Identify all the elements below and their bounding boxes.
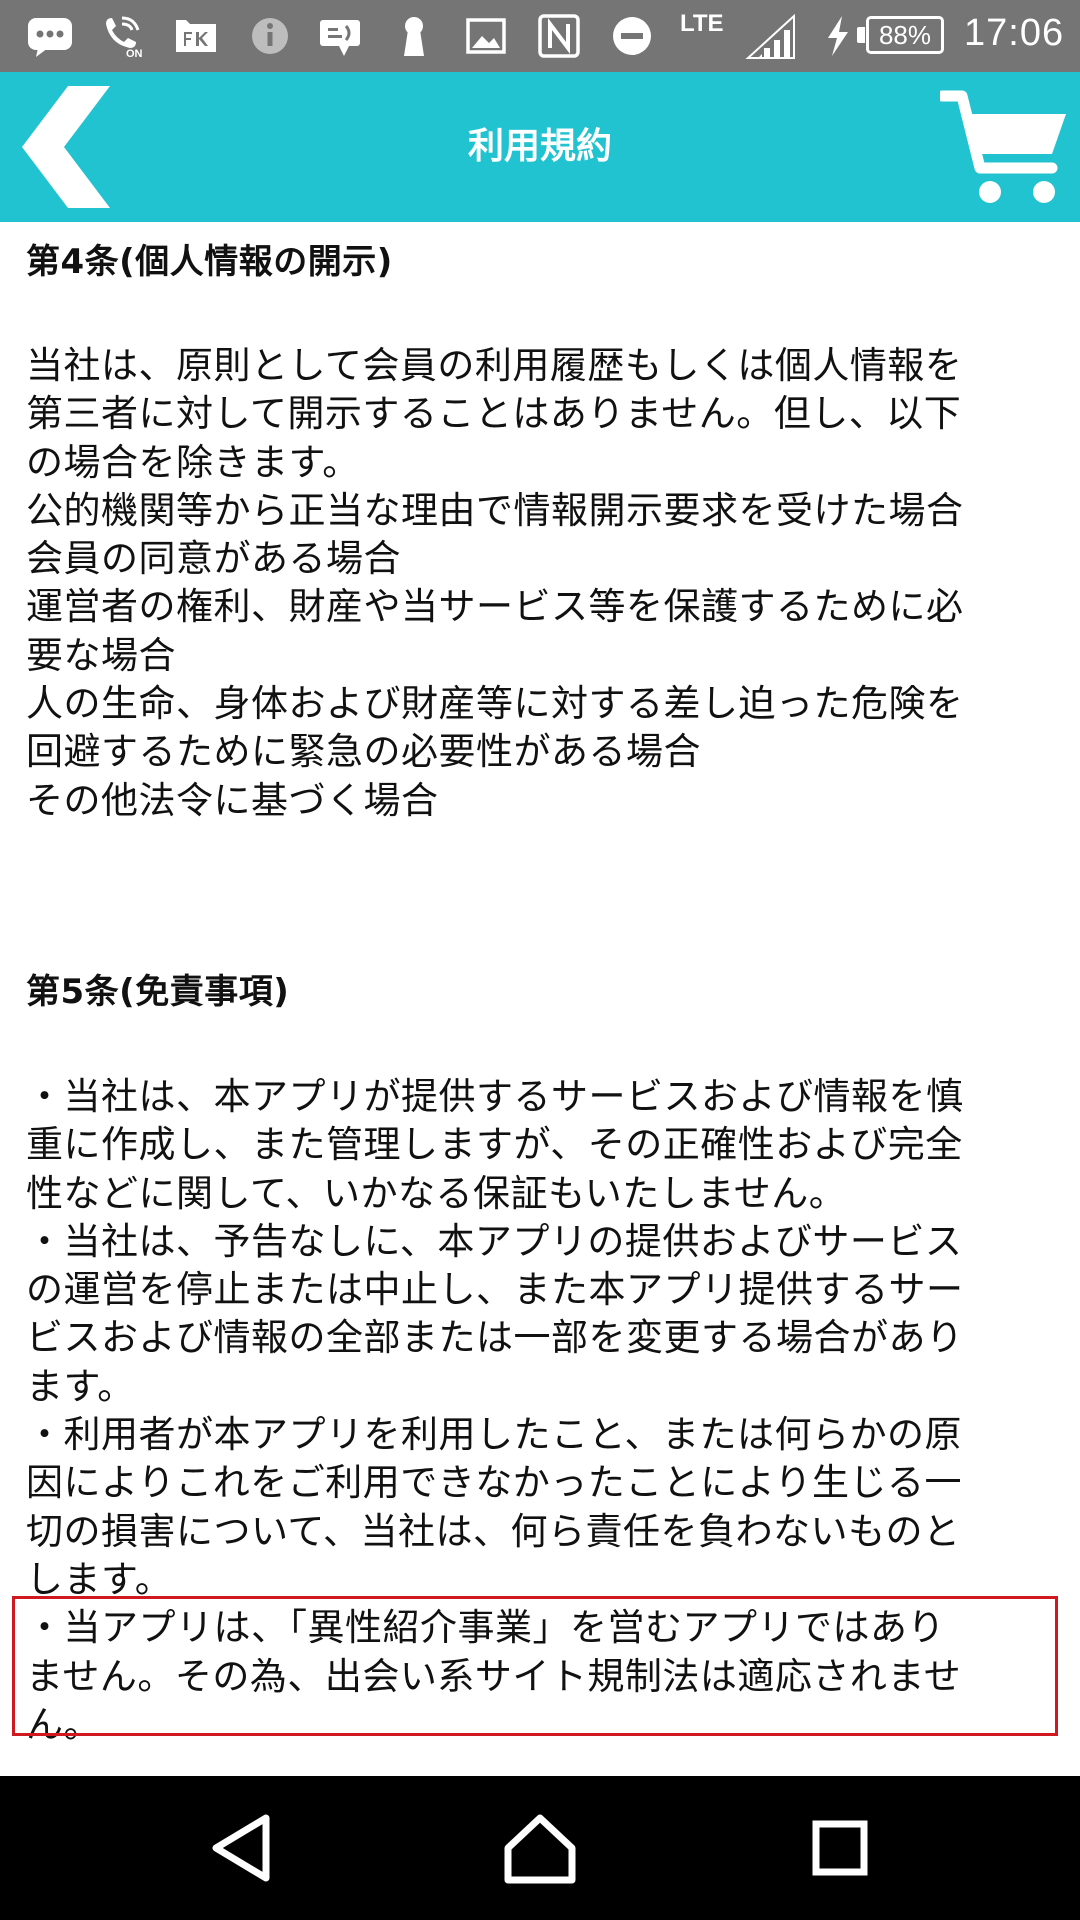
do-not-disturb-icon [608, 14, 656, 58]
navigation-bar [0, 1776, 1080, 1920]
keyhole-icon [392, 14, 440, 58]
section-heading: 第4条(個人情報の開示) [26, 242, 393, 282]
text-line: 回避するために緊急の必要性がある場合 [26, 730, 701, 774]
text-line: の運営を停止または中止し、また本アプリ提供するサー [26, 1268, 964, 1312]
status-bar: ON LTE 88% 17:06 [0, 0, 1080, 72]
battery-icon: 88% [866, 16, 944, 54]
section-body: 当社は、原則として会員の利用履歴もしくは個人情報を 第三者に対して開示することは… [26, 342, 1066, 825]
text-line: ・当社は、予告なしに、本アプリの提供およびサービス [26, 1219, 963, 1263]
text-line: 因によりこれをご利用できなかったことにより生じる一 [26, 1461, 963, 1505]
text-line: の場合を除きます。 [26, 440, 360, 484]
message-icon [26, 14, 74, 58]
battery-nub [857, 27, 865, 43]
text-line: ・当社は、本アプリが提供するサービスおよび情報を慎 [26, 1075, 964, 1118]
text-line: 性などに関して、いかなる保証もいたしません。 [26, 1171, 847, 1215]
signal-icon [744, 14, 800, 59]
section-body: ・当社は、本アプリが提供するサービスおよび情報を慎 重に作成し、また管理しますが… [26, 1073, 1066, 1749]
text-line: 第三者に対して開示することはありません。但し、以下 [26, 392, 962, 436]
page-title: 利用規約 [467, 126, 612, 167]
nfc-icon [536, 14, 584, 58]
feedback-icon [318, 14, 366, 58]
wifi-calling-icon: ON [100, 14, 148, 58]
text-line: 人の生命、身体および財産等に対する差し迫った危険を [26, 682, 964, 726]
nav-back-icon [212, 1814, 270, 1882]
text-line: ・利用者が本アプリを利用したこと、または何らかの原 [26, 1413, 963, 1457]
text-line: 重に作成し、また管理しますが、その正確性および完全 [26, 1123, 963, 1167]
text-line: 公的機関等から正当な理由で情報開示要求を受けた場合 [26, 488, 964, 532]
text-line: 運営者の権利、財産や当サービス等を保護するために必 [26, 585, 964, 629]
text-line: 切の損害について、当社は、何ら責任を負わないものと [26, 1509, 961, 1553]
charging-icon [822, 14, 854, 58]
text-line: ・当アプリは、「異性紹介事業」を営むアプリではあり [26, 1606, 945, 1650]
network-type-label: LTE [680, 10, 724, 37]
text-line: ません。その為、出会い系サイト規制法は適応されませ [26, 1654, 962, 1698]
text-line: ビスおよび情報の全部または一部を変更する場合があり [26, 1316, 964, 1360]
text-line: します。 [26, 1557, 173, 1601]
app-bar: 利用規約 [0, 72, 1080, 222]
text-line: 会員の同意がある場合 [26, 537, 401, 581]
image-icon [462, 14, 510, 58]
chevron-left-icon [22, 86, 110, 208]
text-line: 要な場合 [26, 633, 176, 677]
terms-content[interactable]: 第4条(個人情報の開示) 当社は、原則として会員の利用履歴もしくは個人情報を 第… [0, 222, 1080, 1776]
battery-percent: 88% [878, 20, 932, 50]
section-heading: 第5条(免責事項) [26, 972, 290, 1012]
clock: 17:06 [964, 12, 1065, 54]
text-line: その他法令に基づく場合 [26, 778, 439, 822]
nav-recents-button[interactable] [800, 1808, 880, 1888]
svg-text:ON: ON [126, 48, 143, 58]
text-line: 当社は、原則として会員の利用履歴もしくは個人情報を [26, 344, 963, 387]
screen: ON LTE 88% 17:06 利用規約 第4条(個人情報の開示) 当社は、原… [0, 0, 1080, 1920]
nav-home-icon [504, 1814, 576, 1884]
nav-home-button[interactable] [500, 1808, 580, 1888]
back-button[interactable] [22, 86, 132, 208]
cart-button[interactable] [936, 88, 1070, 210]
nav-back-button[interactable] [204, 1808, 284, 1888]
text-line: ます。 [26, 1364, 135, 1408]
app-notification-icon [172, 14, 220, 58]
text-line: ん。 [26, 1702, 101, 1746]
nav-recents-icon [812, 1820, 868, 1876]
cart-icon [936, 90, 1066, 203]
info-icon [246, 14, 294, 58]
